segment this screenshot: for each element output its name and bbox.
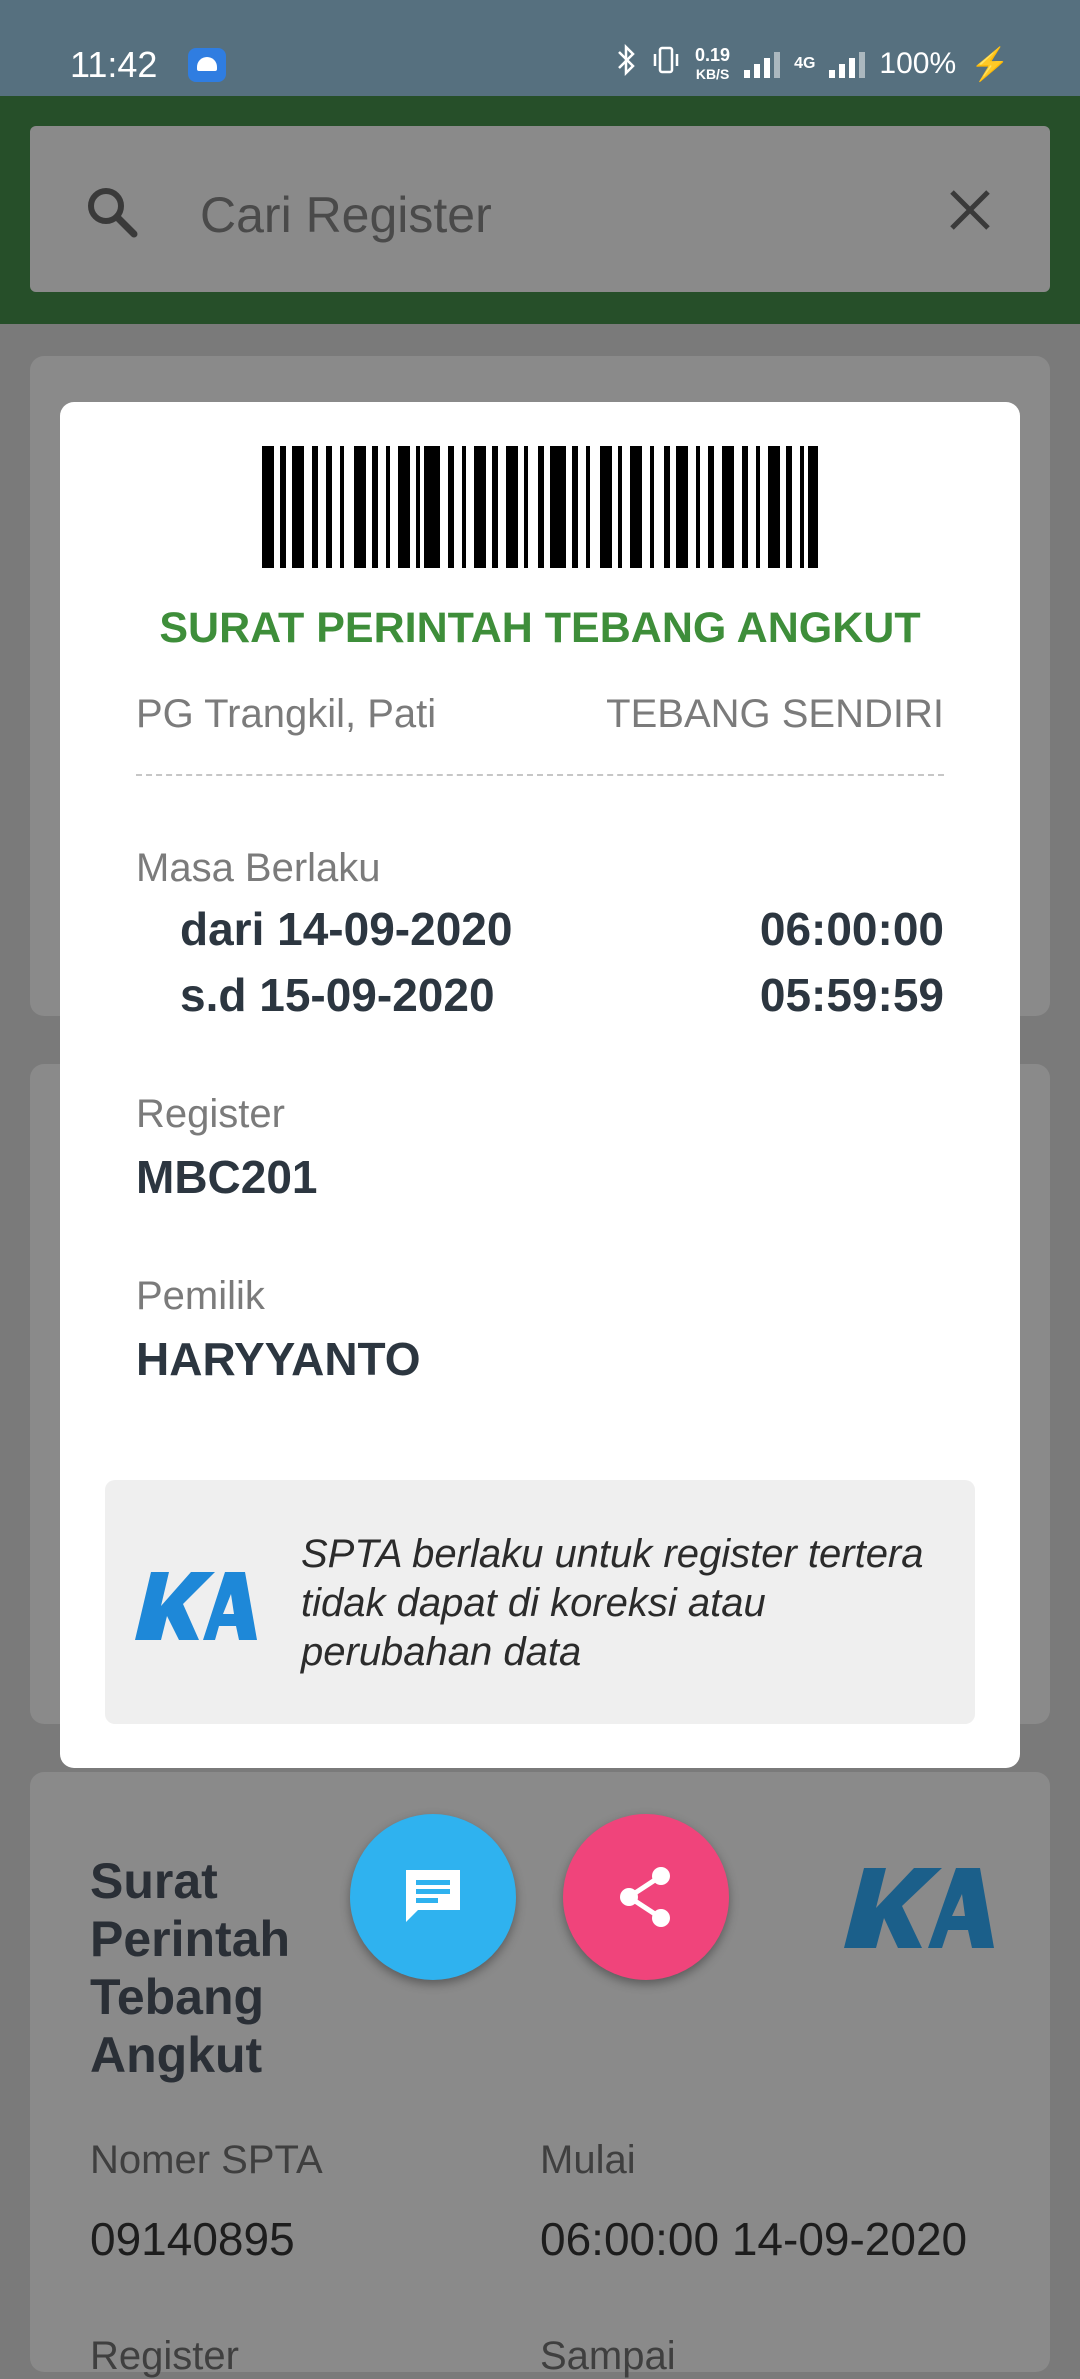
battery-percent: 100% <box>879 47 957 80</box>
net-speed-value: 0.19 <box>695 44 731 65</box>
charging-icon: ⚡ <box>970 46 1010 82</box>
status-time: 11:42 <box>70 44 158 85</box>
sampai-label: Sampai <box>540 2334 676 2378</box>
share-button[interactable] <box>563 1814 729 1980</box>
location-text: PG Trangkil, Pati <box>136 692 437 736</box>
network-speed: 0.19 KB/S <box>695 46 730 83</box>
search-icon <box>88 188 138 238</box>
tebang-type: TEBANG SENDIRI <box>606 692 944 736</box>
spta-card-3[interactable]: Surat Perintah Tebang Angkut Nomer SPTA … <box>30 1772 1050 2378</box>
notice-text: SPTA berlaku untuk register tertera tida… <box>301 1532 924 1674</box>
pemilik-label: Pemilik <box>136 1274 265 1318</box>
signal-icon <box>744 50 781 78</box>
bluetooth-icon <box>615 43 637 84</box>
ka-logo <box>135 1572 257 1640</box>
mulai-label: Mulai <box>540 2138 636 2182</box>
status-icons: 0.19 KB/S 4G 100% ⚡ <box>615 43 1010 84</box>
pemilik-value: HARYYANTO <box>136 1333 421 1385</box>
valid-to-time: 05:59:59 <box>759 969 944 1021</box>
divider <box>136 774 944 776</box>
barcode <box>262 446 818 568</box>
register-label: Register <box>90 2334 239 2378</box>
masa-berlaku-label: Masa Berlaku <box>136 846 381 890</box>
register-label: Register <box>136 1092 285 1136</box>
message-button[interactable] <box>350 1814 516 1980</box>
share-icon <box>620 1867 670 1927</box>
dialog-title: SURAT PERINTAH TEBANG ANGKUT <box>159 604 921 652</box>
nomer-label: Nomer SPTA <box>90 2138 323 2182</box>
vibrate-icon <box>651 45 681 83</box>
app-bar: Cari Register <box>0 96 1080 324</box>
valid-from-time: 06:00:00 <box>759 903 944 955</box>
notice-box: SPTA berlaku untuk register tertera tida… <box>105 1480 975 1724</box>
register-value: MBC201 <box>136 1151 318 1203</box>
valid-to-date: s.d 15-09-2020 <box>180 969 495 1021</box>
status-bar: 11:42 0.19 KB/S 4G 100% ⚡ <box>0 0 1080 96</box>
nomer-value: 09140895 <box>90 2213 295 2265</box>
signal-icon-2 <box>829 50 866 78</box>
valid-from-date: dari 14-09-2020 <box>180 903 513 955</box>
android-notification-icon <box>188 48 226 82</box>
mulai-value: 06:00:00 14-09-2020 <box>540 2213 968 2265</box>
message-icon <box>406 1870 460 1922</box>
close-icon[interactable] <box>946 186 994 234</box>
net-speed-unit: KB/S <box>695 65 730 82</box>
network-type: 4G <box>794 55 816 72</box>
search-bar[interactable]: Cari Register <box>30 126 1050 292</box>
search-input[interactable]: Cari Register <box>200 186 492 244</box>
card-title: Surat Perintah Tebang Angkut <box>90 1853 291 2083</box>
spta-dialog: SURAT PERINTAH TEBANG ANGKUT PG Trangkil… <box>60 402 1020 1768</box>
ka-logo <box>844 1868 994 1948</box>
